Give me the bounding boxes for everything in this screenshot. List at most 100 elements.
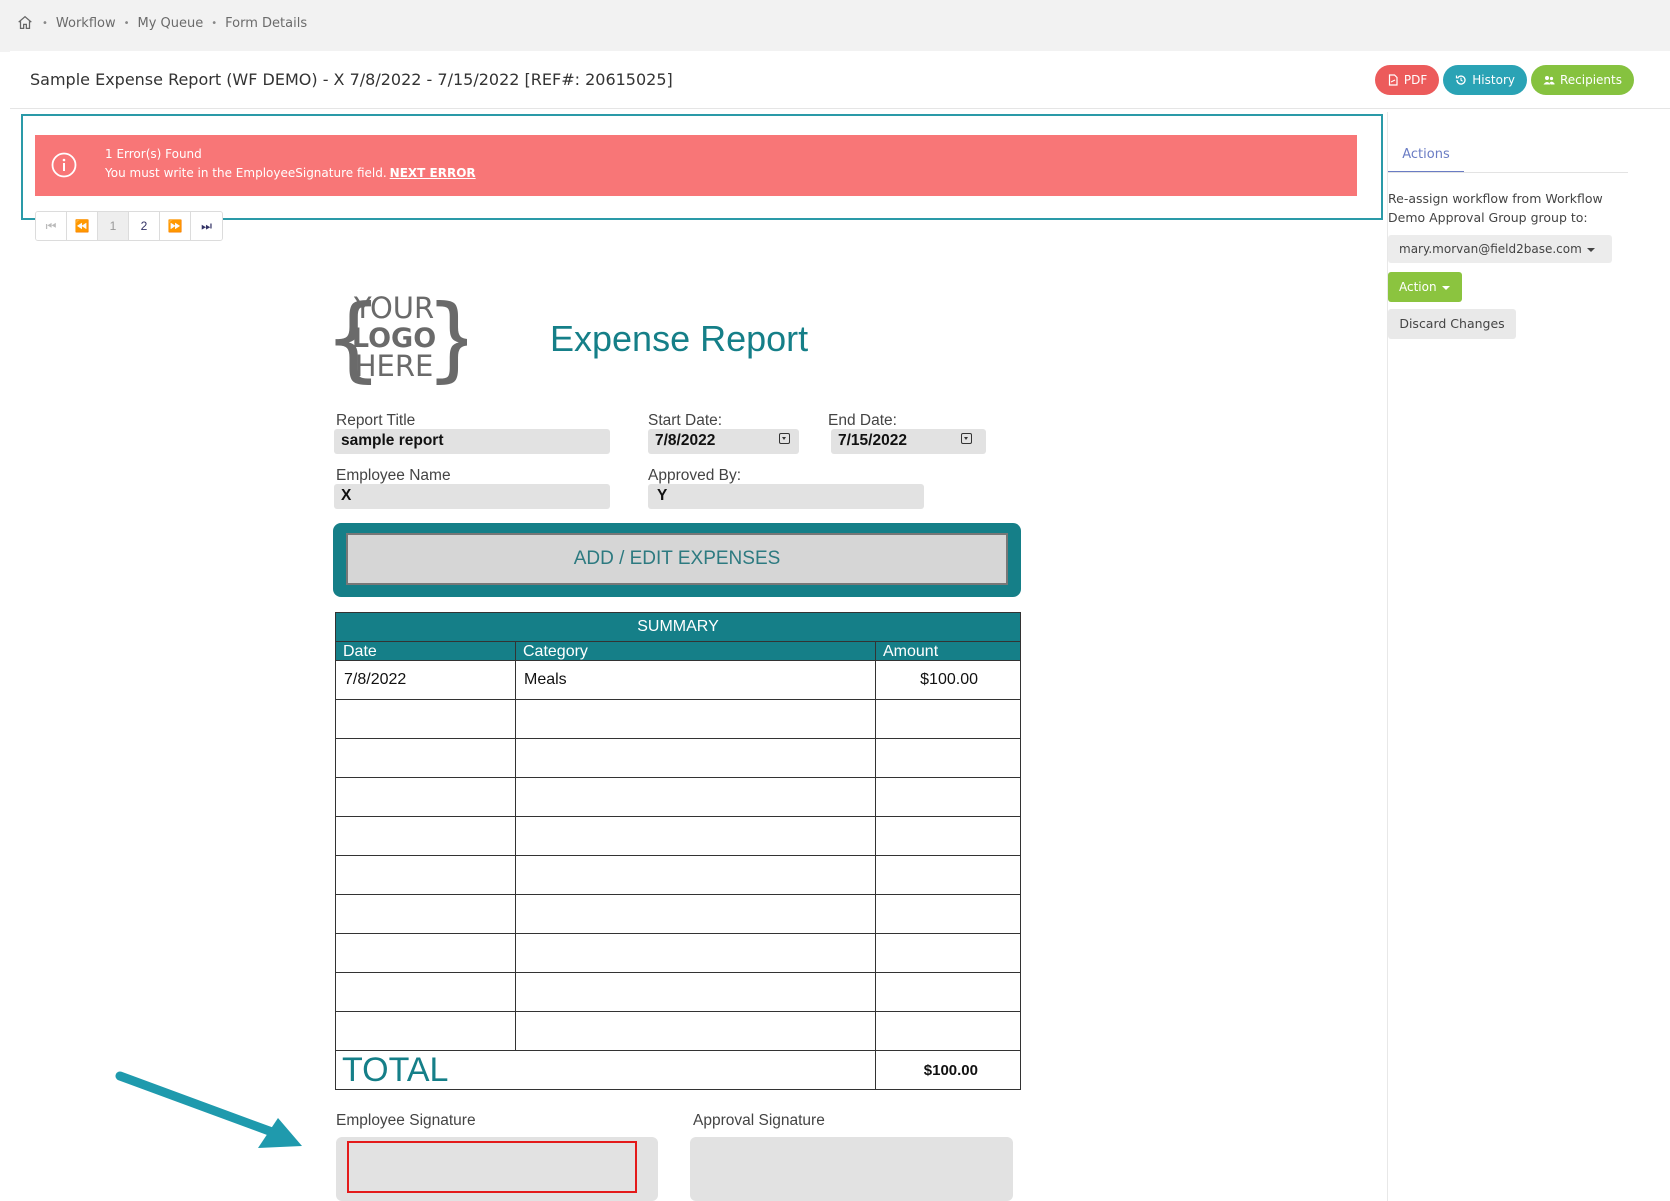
cell-category[interactable]: Meals <box>515 660 876 700</box>
cell-category[interactable] <box>515 1011 876 1051</box>
assignee-value: mary.morvan@field2base.com <box>1399 242 1582 256</box>
column-header-amount: Amount <box>875 641 1021 661</box>
error-title: 1 Error(s) Found <box>105 147 202 161</box>
cell-date[interactable] <box>335 738 516 778</box>
table-row <box>335 894 1021 934</box>
error-banner: 1 Error(s) Found You must write in the E… <box>35 135 1357 196</box>
cell-category[interactable] <box>515 699 876 739</box>
cell-date[interactable] <box>335 816 516 856</box>
cell-date[interactable]: 7/8/2022 <box>335 660 516 700</box>
breadcrumb: • Workflow • My Queue • Form Details <box>16 14 307 32</box>
report-title-field[interactable]: sample report <box>334 429 610 454</box>
signature-error-highlight <box>347 1141 637 1193</box>
approved-by-field[interactable]: Y <box>648 484 924 509</box>
cell-category[interactable] <box>515 894 876 934</box>
reassign-text: Re-assign workflow from Workflow Demo Ap… <box>1388 191 1603 225</box>
page-2-button[interactable]: 2 <box>129 212 160 240</box>
calendar-dropdown-icon[interactable] <box>779 433 790 444</box>
cell-date[interactable] <box>335 1011 516 1051</box>
column-header-date: Date <box>335 641 516 661</box>
breadcrumb-separator: • <box>42 17 48 29</box>
discard-changes-button[interactable]: Discard Changes <box>1388 309 1516 339</box>
caret-down-icon <box>1586 247 1595 252</box>
users-icon <box>1543 76 1555 85</box>
header-buttons: PDF History Recipients <box>1374 65 1634 95</box>
cell-category[interactable] <box>515 816 876 856</box>
total-row: TOTAL $100.00 <box>335 1050 1021 1090</box>
cell-date[interactable] <box>335 894 516 934</box>
cell-amount[interactable] <box>875 1011 1021 1051</box>
assignee-dropdown[interactable]: mary.morvan@field2base.com <box>1388 235 1612 263</box>
logo-line-1: YOUR <box>353 291 434 325</box>
home-icon[interactable] <box>16 14 34 32</box>
cell-amount[interactable] <box>875 699 1021 739</box>
cell-amount[interactable] <box>875 894 1021 934</box>
cell-date[interactable] <box>335 699 516 739</box>
cell-category[interactable] <box>515 933 876 973</box>
page-1-button[interactable]: 1 <box>98 212 129 240</box>
employee-name-field[interactable]: X <box>334 484 610 509</box>
breadcrumb-form-details: Form Details <box>225 15 308 31</box>
prev-page-icon[interactable]: ⏪ <box>67 212 98 240</box>
approval-signature-label: Approval Signature <box>693 1112 825 1129</box>
breadcrumb-workflow[interactable]: Workflow <box>56 16 116 31</box>
cell-category[interactable] <box>515 777 876 817</box>
action-button[interactable]: Action <box>1388 272 1462 302</box>
cell-date[interactable] <box>335 933 516 973</box>
table-row: 7/8/2022 Meals $100.00 <box>335 660 1021 700</box>
start-date-field[interactable]: 7/8/2022 <box>648 429 799 454</box>
summary-caption: SUMMARY <box>335 612 1021 642</box>
recipients-button[interactable]: Recipients <box>1530 65 1634 95</box>
cell-category[interactable] <box>515 972 876 1012</box>
approved-by-label: Approved By: <box>648 467 742 484</box>
last-page-icon[interactable]: ⏭ <box>191 212 222 240</box>
caret-down-icon <box>1441 285 1450 290</box>
error-message: You must write in the EmployeeSignature … <box>105 166 476 180</box>
history-label: History <box>1472 73 1515 87</box>
pdf-button[interactable]: PDF <box>1374 65 1440 95</box>
cell-amount[interactable]: $100.00 <box>875 660 1021 700</box>
page-pager: ⏮ ⏪ 1 2 ⏩ ⏭ <box>35 211 223 241</box>
tab-divider <box>1388 172 1628 173</box>
pdf-label: PDF <box>1403 73 1428 87</box>
form-title: Expense Report <box>550 318 809 359</box>
breadcrumb-my-queue[interactable]: My Queue <box>138 16 204 31</box>
history-icon <box>1456 75 1466 85</box>
pdf-icon <box>1388 74 1398 86</box>
info-circle-icon <box>51 152 77 178</box>
total-label: TOTAL <box>335 1050 876 1090</box>
summary-table: SUMMARY Date Category Amount 7/8/2022 Me… <box>335 612 1021 1090</box>
tab-actions[interactable]: Actions <box>1388 140 1464 173</box>
page-header: Sample Expense Report (WF DEMO) - X 7/8/… <box>10 51 1670 109</box>
cell-date[interactable] <box>335 777 516 817</box>
cell-amount[interactable] <box>875 816 1021 856</box>
table-row <box>335 816 1021 856</box>
recipients-label: Recipients <box>1559 73 1622 87</box>
end-date-label: End Date: <box>828 412 897 429</box>
table-row <box>335 699 1021 739</box>
cell-date[interactable] <box>335 855 516 895</box>
table-row <box>335 1011 1021 1051</box>
history-button[interactable]: History <box>1443 65 1527 95</box>
next-page-icon[interactable]: ⏩ <box>160 212 191 240</box>
next-error-link[interactable]: NEXT ERROR <box>390 166 476 180</box>
approval-signature-field[interactable] <box>690 1137 1013 1201</box>
column-header-category: Category <box>515 641 876 661</box>
cell-amount[interactable] <box>875 738 1021 778</box>
calendar-dropdown-icon[interactable] <box>961 433 972 444</box>
cell-amount[interactable] <box>875 933 1021 973</box>
cell-category[interactable] <box>515 738 876 778</box>
breadcrumb-separator: • <box>123 17 130 29</box>
add-edit-expenses-button[interactable]: ADD / EDIT EXPENSES <box>346 533 1008 585</box>
cell-amount[interactable] <box>875 777 1021 817</box>
start-date-label: Start Date: <box>648 412 723 429</box>
table-row <box>335 855 1021 895</box>
cell-date[interactable] <box>335 972 516 1012</box>
cell-category[interactable] <box>515 855 876 895</box>
cell-amount[interactable] <box>875 972 1021 1012</box>
cell-amount[interactable] <box>875 855 1021 895</box>
your-logo-here-logo: { } YOUR LOGO HERE <box>324 285 467 387</box>
total-amount: $100.00 <box>875 1050 1021 1090</box>
first-page-icon[interactable]: ⏮ <box>36 212 67 240</box>
page-title: Sample Expense Report (WF DEMO) - X 7/8/… <box>30 70 673 89</box>
